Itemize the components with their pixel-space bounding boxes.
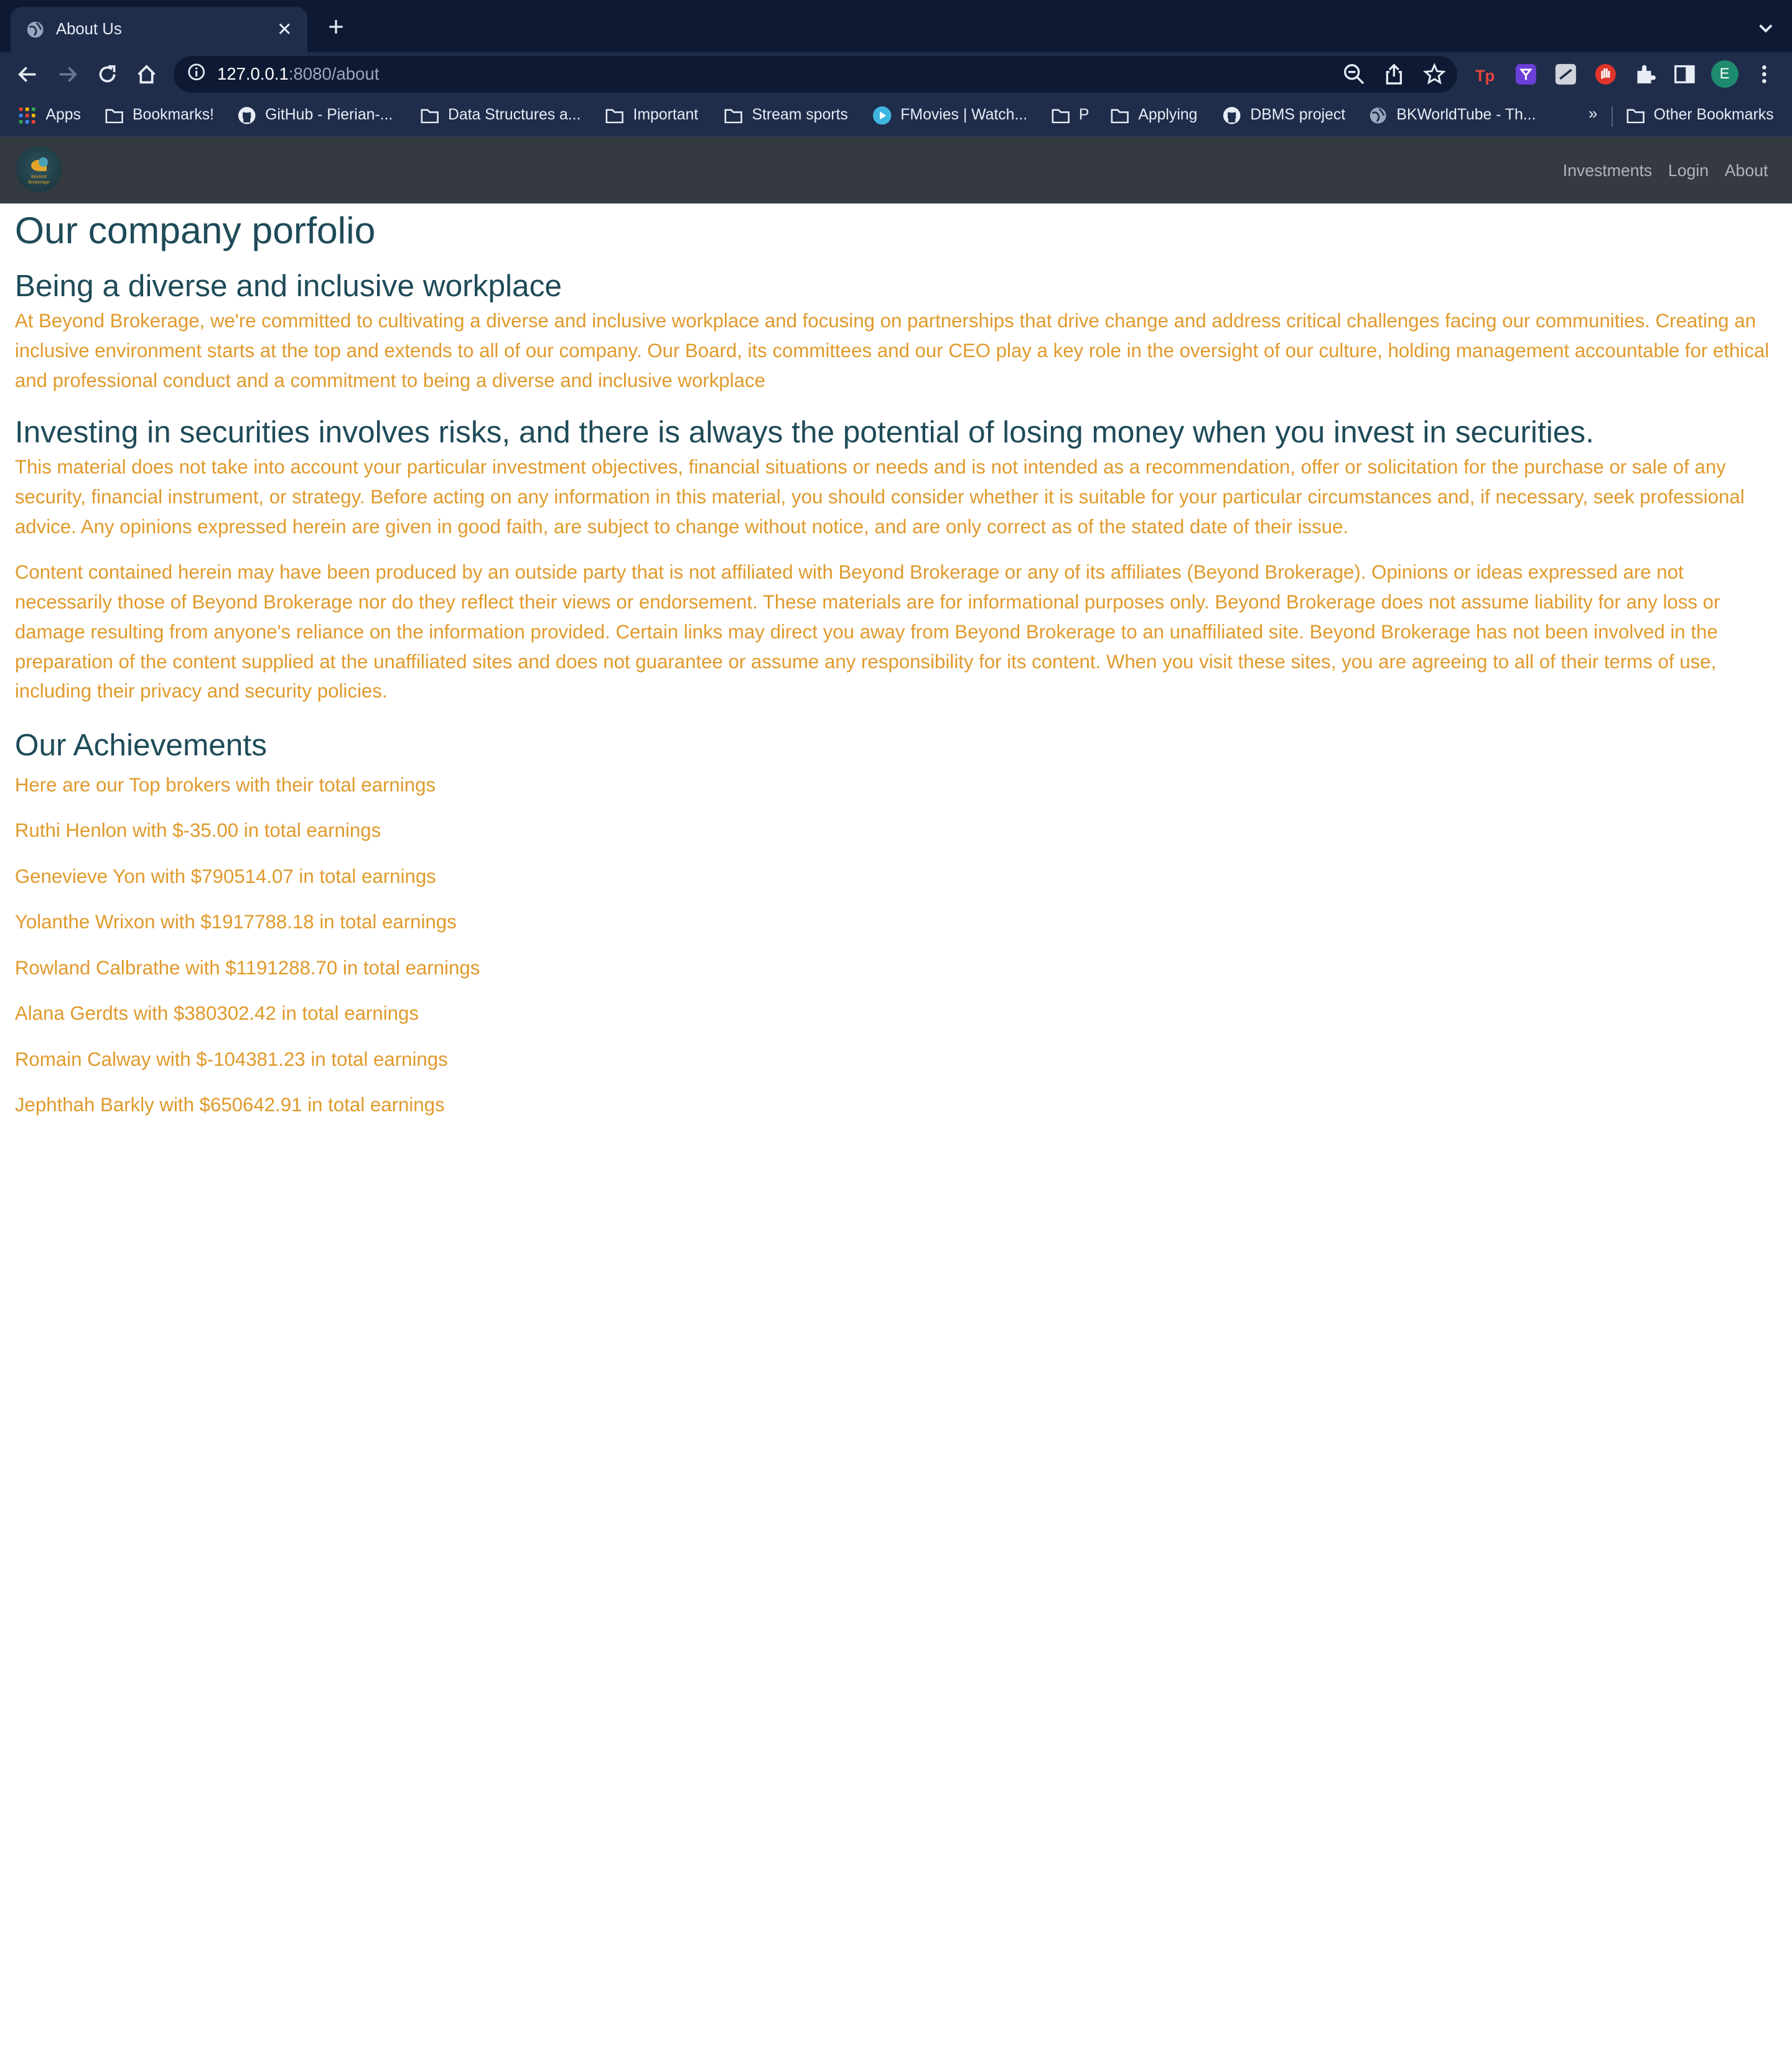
- forward-arrow-icon[interactable]: [56, 63, 79, 86]
- broker-item: Genevieve Yon with $790514.07 in total e…: [14, 865, 436, 887]
- browser-toolbar: 127.0.0.1:8080/about Tp E: [0, 52, 1792, 96]
- bookmark-label: BKWorldTube - Th...: [1396, 106, 1536, 124]
- zoom-out-icon[interactable]: [1343, 63, 1366, 91]
- bookmark-folder-applying[interactable]: Applying: [1111, 106, 1197, 124]
- tab-strip: About Us ✕ +: [0, 0, 1792, 53]
- page-content: Our company porfolio Being a diverse and…: [15, 203, 1781, 1120]
- honey-extension-icon[interactable]: [1514, 63, 1538, 86]
- bookmark-label: Important: [633, 106, 699, 124]
- risk-heading: Investing in securities involves risks, …: [14, 414, 1594, 450]
- extensions-puzzle-icon[interactable]: [1634, 63, 1657, 86]
- tab-search-chevron-icon[interactable]: [1758, 18, 1774, 39]
- page-title: Our company porfolio: [14, 209, 376, 252]
- site-navbar: Beyond Brokerage Investments Login About: [0, 137, 1792, 203]
- folder-icon: [1111, 106, 1129, 124]
- bookmark-divider: [1611, 106, 1613, 127]
- bookmark-label: Stream sports: [752, 106, 848, 124]
- folder-icon: [421, 106, 439, 124]
- risk-paragraph-2: Content contained herein may have been p…: [14, 561, 1720, 702]
- reload-icon[interactable]: [96, 63, 119, 86]
- bookmark-dbms-project[interactable]: DBMS project: [1223, 106, 1345, 124]
- tp-extension-icon[interactable]: Tp: [1474, 63, 1497, 86]
- bookmark-label: Applying: [1138, 106, 1198, 124]
- nav-links: Investments Login About: [1563, 161, 1768, 180]
- bookmark-folder-important[interactable]: Important: [605, 106, 698, 124]
- folder-icon: [1052, 106, 1070, 124]
- diversity-heading: Being a diverse and inclusive workplace: [14, 268, 562, 304]
- bookmark-label: Data Structures a...: [447, 106, 581, 124]
- url-text: 127.0.0.1:8080/about: [217, 64, 379, 84]
- side-panel-icon[interactable]: [1673, 63, 1696, 86]
- site-info-icon[interactable]: [187, 63, 205, 86]
- bookmark-apps[interactable]: Apps: [18, 106, 81, 124]
- bookmarks-bar: Apps Bookmarks! GitHub - Pierian-... Dat…: [0, 96, 1792, 138]
- achievements-heading: Our Achievements: [14, 727, 267, 763]
- nav-link-investments[interactable]: Investments: [1563, 161, 1653, 180]
- bookmark-label: Bookmarks!: [133, 106, 214, 124]
- url-path: :8080/about: [288, 64, 380, 84]
- risk-paragraph-1: This material does not take into account…: [14, 456, 1745, 538]
- new-tab-button[interactable]: +: [322, 13, 350, 41]
- svg-text:Tp: Tp: [1475, 67, 1495, 85]
- diversity-paragraph: At Beyond Brokerage, we're committed to …: [14, 310, 1770, 391]
- bookmark-label: DBMS project: [1250, 106, 1346, 124]
- bookmark-fmovies[interactable]: FMovies | Watch...: [873, 106, 1028, 125]
- folder-icon: [605, 106, 624, 124]
- close-tab-icon[interactable]: ✕: [273, 19, 296, 40]
- broker-item: Rowland Calbrathe with $1191288.70 in to…: [14, 956, 480, 979]
- tab-about-us[interactable]: About Us ✕: [10, 7, 308, 53]
- globe-icon: [1369, 106, 1387, 124]
- url-host: 127.0.0.1: [217, 64, 289, 84]
- bookmark-bkworldtube[interactable]: BKWorldTube - Th...: [1369, 106, 1536, 124]
- bookmark-label: GitHub - Pierian-...: [265, 106, 393, 124]
- bookmark-folder-p[interactable]: P: [1052, 106, 1090, 124]
- share-icon[interactable]: [1383, 63, 1406, 91]
- bookmark-label: P: [1078, 106, 1090, 124]
- broker-item: Romain Calway with $-104381.23 in total …: [14, 1048, 448, 1070]
- brand-logo[interactable]: Beyond Brokerage: [16, 146, 62, 192]
- nav-link-about[interactable]: About: [1725, 161, 1768, 180]
- logo-text: Beyond Brokerage: [28, 174, 50, 185]
- adblock-hand-icon[interactable]: [1594, 63, 1617, 86]
- bookmark-folder-other[interactable]: Other Bookmarks: [1626, 106, 1774, 124]
- profile-avatar[interactable]: E: [1710, 60, 1738, 88]
- bookmark-label: FMovies | Watch...: [900, 106, 1028, 124]
- broker-item: Yolanthe Wrixon with $1917788.18 in tota…: [14, 911, 457, 933]
- globe-icon: [26, 21, 44, 39]
- address-bar[interactable]: 127.0.0.1:8080/about: [174, 55, 1457, 93]
- achievements-intro: Here are our Top brokers with their tota…: [14, 773, 436, 796]
- home-icon[interactable]: [135, 63, 158, 86]
- tab-title: About Us: [55, 21, 122, 39]
- more-bookmarks-chevron-icon[interactable]: »: [1589, 105, 1597, 123]
- nav-link-login[interactable]: Login: [1668, 161, 1709, 180]
- bookmark-github-pierian[interactable]: GitHub - Pierian-...: [238, 106, 393, 124]
- back-arrow-icon[interactable]: [16, 63, 39, 86]
- slash-extension-icon[interactable]: [1554, 63, 1577, 86]
- bookmark-folder-bookmarks[interactable]: Bookmarks!: [105, 106, 214, 124]
- folder-icon: [1626, 106, 1645, 124]
- folder-icon: [724, 106, 743, 124]
- github-icon: [1223, 106, 1241, 124]
- bookmark-star-icon[interactable]: [1422, 62, 1446, 91]
- github-icon: [238, 106, 256, 124]
- bookmark-label: Other Bookmarks: [1653, 106, 1774, 124]
- play-icon: [873, 106, 892, 125]
- bookmark-folder-stream-sports[interactable]: Stream sports: [724, 106, 848, 124]
- apps-grid-icon: [18, 106, 36, 124]
- bookmark-label: Apps: [45, 106, 81, 124]
- kebab-menu-icon[interactable]: [1753, 63, 1776, 86]
- broker-item: Jephthah Barkly with $650642.91 in total…: [14, 1094, 445, 1116]
- broker-item: Alana Gerdts with $380302.42 in total ea…: [14, 1002, 419, 1025]
- folder-icon: [105, 106, 123, 124]
- broker-item: Ruthi Henlon with $-35.00 in total earni…: [14, 819, 381, 842]
- bookmark-folder-data-structures[interactable]: Data Structures a...: [421, 106, 581, 124]
